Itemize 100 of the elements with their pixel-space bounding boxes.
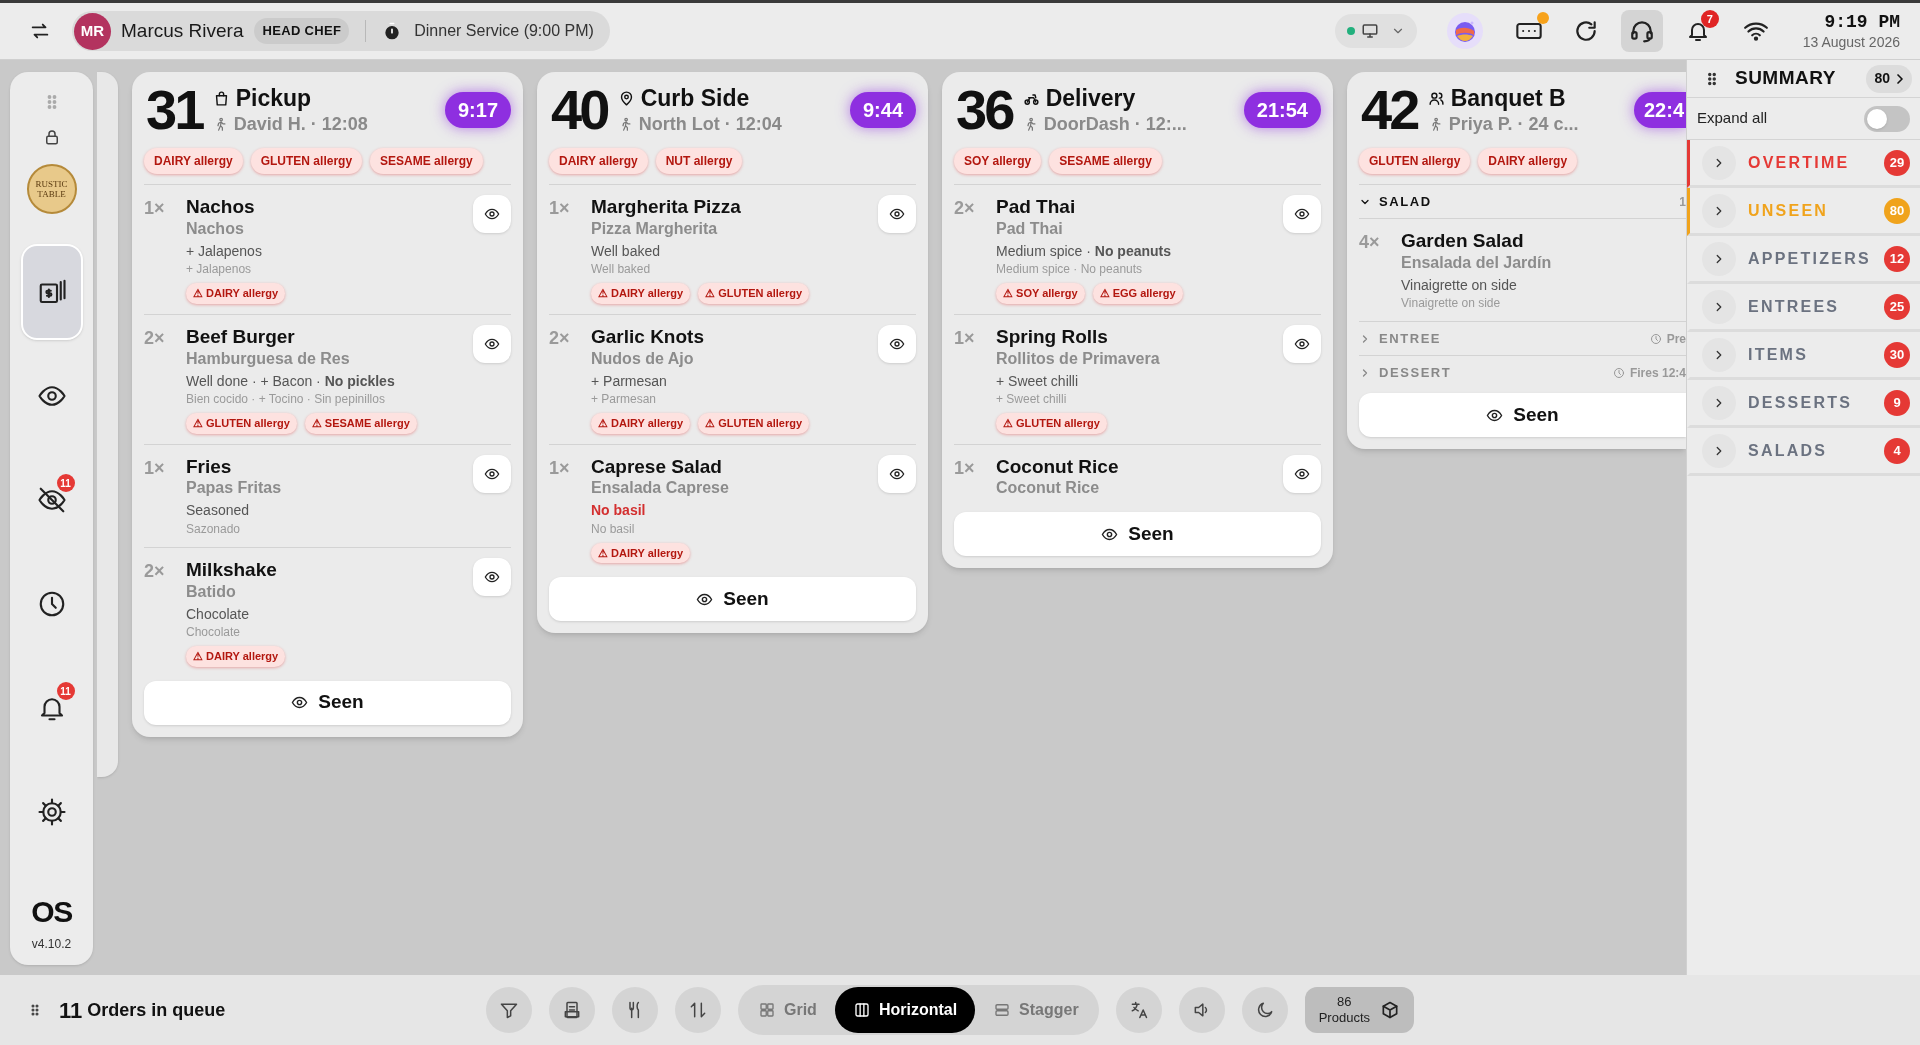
sidebar-item[interactable] [20, 244, 83, 340]
summary-category[interactable]: ENTREES 25 [1687, 284, 1920, 332]
order-subtitle: DoorDash · 12:... [1043, 113, 1187, 136]
order-timer: 21:54 [1243, 92, 1321, 128]
summary-category[interactable]: SALADS 4 [1687, 428, 1920, 476]
quantity: 1× [954, 326, 976, 350]
kitchen-button[interactable] [612, 987, 658, 1033]
expand-all-toggle[interactable] [1864, 105, 1910, 132]
seen-button[interactable]: Seen [549, 577, 916, 622]
people-icon [1427, 90, 1445, 108]
print-button[interactable] [549, 987, 595, 1033]
category-count: 25 [1884, 293, 1910, 320]
allergy-tag: DAIRY allergy [144, 148, 243, 174]
products-button[interactable]: 86 Products [1304, 987, 1414, 1033]
item-translation: Hamburguesa de Res [186, 348, 351, 369]
summary-total-button[interactable]: 80 [1866, 64, 1912, 93]
order-type: Curb Side [640, 84, 750, 114]
date-label: 13 August 2026 [1802, 33, 1900, 51]
item-name: Caprese Salad [591, 454, 723, 479]
quantity: 2× [549, 326, 571, 350]
mark-seen-button[interactable] [878, 454, 916, 493]
device-status-button[interactable] [1334, 14, 1417, 48]
filter-button[interactable] [486, 987, 532, 1033]
queue-label: Orders in queue [87, 998, 226, 1022]
view-tab[interactable]: Horizontal [834, 987, 976, 1033]
allergy-tag: ⚠ SOY allergy [996, 283, 1085, 304]
sidebar-item[interactable]: 11 [20, 660, 83, 756]
quantity: 1× [144, 456, 166, 480]
summary-category[interactable]: ITEMS 30 [1687, 332, 1920, 380]
view-tab[interactable]: Stagger [975, 987, 1097, 1033]
eye-icon [889, 206, 905, 222]
sidebar-item[interactable]: 11 [20, 452, 83, 548]
logo-text: RUSTIC [35, 179, 68, 189]
translate-button[interactable] [1115, 987, 1162, 1033]
quantity: 4× [1359, 231, 1381, 254]
mark-seen-button[interactable] [1283, 324, 1321, 363]
sort-button[interactable] [675, 987, 721, 1033]
mark-seen-button[interactable] [473, 454, 511, 493]
modifier-line: Chocolate [186, 605, 251, 623]
summary-category[interactable]: OVERTIME 29 [1687, 140, 1920, 188]
monitor-icon [1360, 22, 1379, 40]
allergy-tag: DAIRY allergy [1478, 148, 1578, 174]
mark-seen-button[interactable] [878, 324, 916, 363]
allergy-tag: SESAME allergy [370, 148, 483, 174]
order-number: 42 [1361, 82, 1418, 138]
course-header[interactable]: ENTREE Pre [1359, 321, 1686, 356]
printer-icon [562, 1000, 582, 1020]
category-count: 12 [1884, 245, 1910, 272]
notifications-button[interactable]: 7 [1676, 10, 1719, 52]
quantity: 2× [954, 197, 976, 220]
quantity: 1× [144, 197, 166, 220]
volume-button[interactable] [1178, 987, 1225, 1033]
item-name: Margherita Pizza [591, 195, 742, 219]
mark-seen-button[interactable] [473, 324, 511, 363]
allergy-tag: ⚠ DAIRY allergy [186, 283, 286, 304]
eye-icon [291, 694, 309, 711]
summary-title: SUMMARY [1735, 66, 1836, 91]
badge-count: 11 [56, 474, 75, 492]
item-translation: Papas Fritas [186, 478, 283, 499]
modifier-line: Medium spice · No peanuts [996, 242, 1173, 261]
allergy-tag: SOY allergy [954, 148, 1042, 174]
rows-icon [993, 1001, 1012, 1019]
view-tab[interactable]: Grid [740, 987, 835, 1033]
seen-button[interactable]: Seen [144, 680, 511, 725]
quantity: 2× [144, 326, 166, 350]
seen-button[interactable]: Seen [1359, 393, 1686, 438]
order-subtitle: David H. · 12:08 [233, 113, 368, 136]
category-label: ENTREES [1748, 296, 1840, 317]
item-name: Garlic Knots [591, 324, 705, 349]
item-translation: Ensalada del Jardín [1401, 252, 1553, 273]
order-timer: 22:4 [1633, 92, 1686, 128]
category-label: APPETIZERS [1748, 248, 1871, 269]
dark-mode-button[interactable] [1241, 987, 1288, 1033]
notification-count: 7 [1700, 10, 1719, 28]
order-number: 31 [146, 82, 203, 138]
summary-category[interactable]: APPETIZERS 12 [1687, 236, 1920, 284]
box-icon [1380, 1000, 1400, 1020]
support-button[interactable] [1620, 10, 1663, 52]
allergy-tag: ⚠ DAIRY allergy [186, 646, 286, 667]
allergy-tag: ⚠ DAIRY allergy [591, 283, 691, 304]
mark-seen-button[interactable] [473, 557, 511, 596]
grid-icon [758, 1001, 776, 1019]
mark-seen-button[interactable] [473, 195, 511, 233]
user-pill[interactable]: MR Marcus Rivera HEAD CHEF Dinner Service (9:00 PM) [72, 11, 610, 51]
service-label: Dinner Service (9:00 PM) [414, 21, 594, 41]
item-translation: Pizza Margherita [591, 218, 719, 239]
item-name: Spring Rolls [996, 324, 1109, 349]
modifier-line: + Jalapenos [186, 242, 263, 261]
assistant-orb-button[interactable] [1446, 13, 1483, 49]
seen-button[interactable]: Seen [954, 512, 1321, 557]
filter-icon [499, 1000, 519, 1020]
course-header[interactable]: SALAD 1 [1359, 184, 1686, 218]
course-header[interactable]: DESSERT Fires 12:4 [1359, 355, 1686, 390]
allergy-tag: ⚠ GLUTEN allergy [996, 413, 1107, 434]
mark-seen-button[interactable] [1283, 195, 1321, 233]
course-note: 1 [1679, 193, 1686, 211]
mark-seen-button[interactable] [878, 195, 916, 233]
summary-category[interactable]: DESSERTS 9 [1687, 380, 1920, 428]
mark-seen-button[interactable] [1283, 454, 1321, 493]
badge-count: 11 [56, 682, 75, 700]
